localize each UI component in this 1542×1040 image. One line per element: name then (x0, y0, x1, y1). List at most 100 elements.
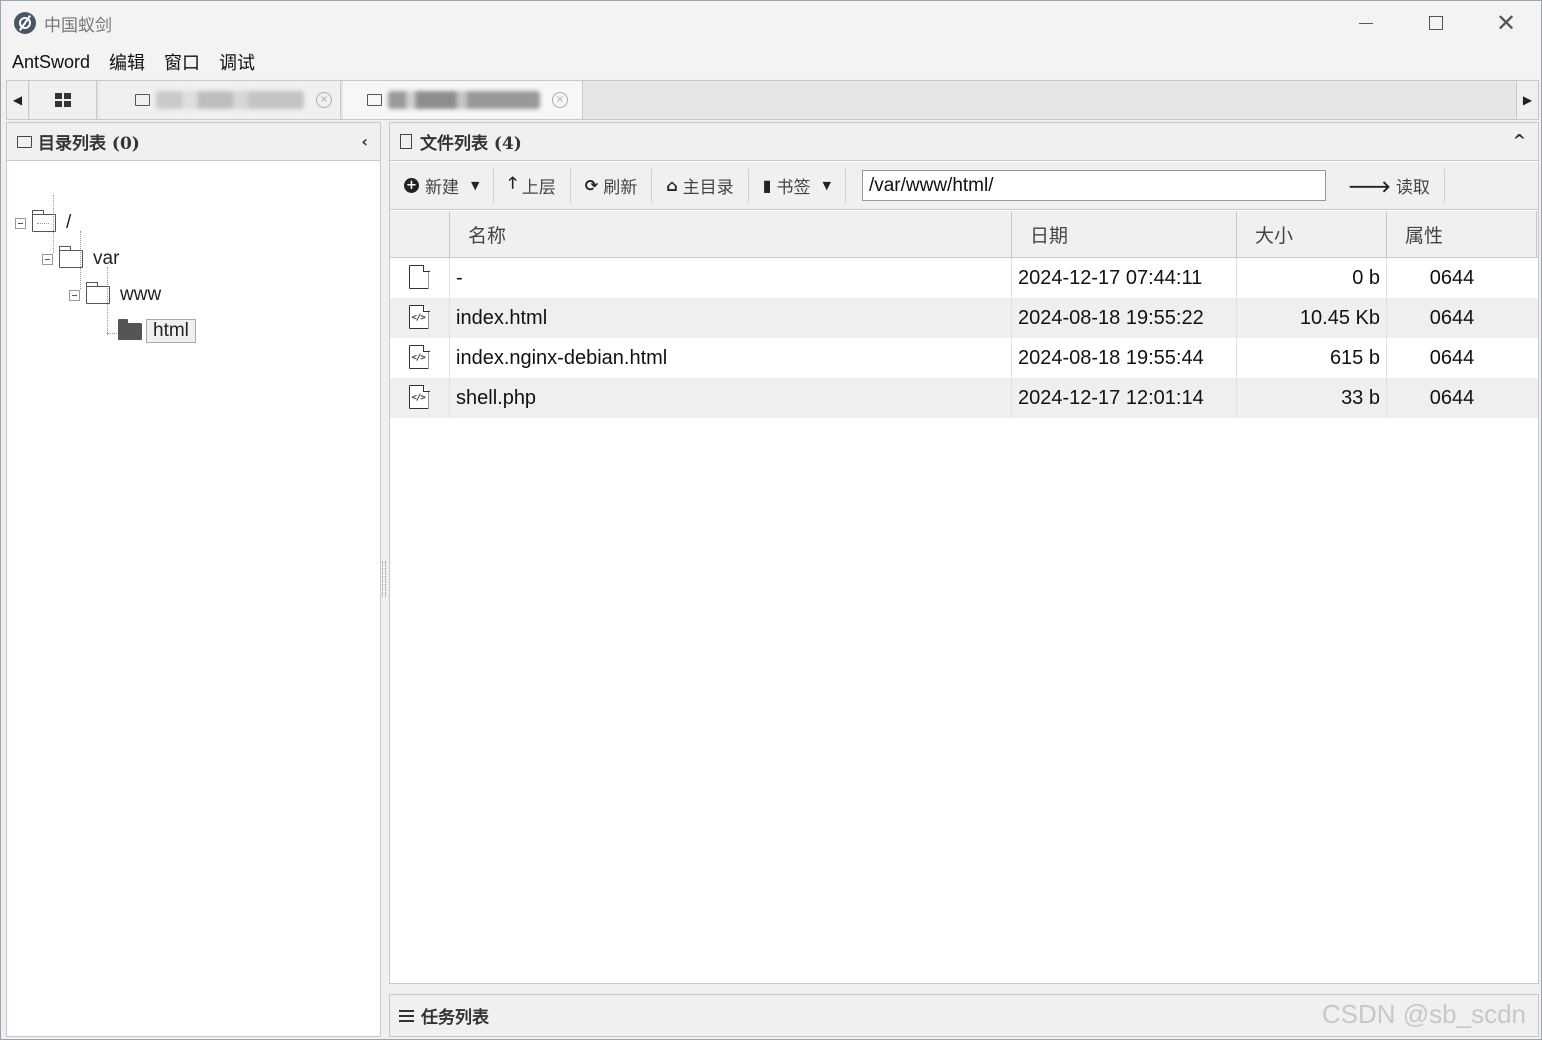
menu-window[interactable]: 窗口 (164, 49, 200, 75)
tab-file-manager-2[interactable]: × (343, 81, 583, 119)
read-button[interactable]: 🡒 读取 (1334, 168, 1445, 203)
table-row[interactable]: </> index.html 2024-08-18 19:55:22 10.45… (390, 298, 1538, 338)
directory-panel-title: 目录列表 (0) (38, 134, 140, 154)
file-size: 615 b (1237, 338, 1387, 378)
panel-splitter[interactable] (382, 561, 386, 597)
file-icon (408, 265, 431, 291)
tree-item-label: www (120, 284, 162, 305)
tree-item-label: var (93, 248, 120, 269)
path-input[interactable] (861, 170, 1326, 201)
file-date: 2024-08-18 19:55:44 (1012, 338, 1237, 378)
title-bar: 中国蚁剑 ✕ (1, 1, 1541, 45)
column-attr[interactable]: 属性 (1387, 211, 1537, 258)
table-row[interactable]: </> index.nginx-debian.html 2024-08-18 1… (390, 338, 1538, 378)
plus-circle-icon: + (404, 178, 419, 193)
new-button-label: 新建 (425, 178, 459, 198)
code-file-icon: </> (408, 385, 431, 411)
tab-strip: ◀ × × ▶ (6, 80, 1539, 120)
tree-collapse-icon[interactable] (42, 253, 53, 265)
column-icon (390, 211, 450, 258)
refresh-button[interactable]: ⟳ 刷新 (571, 168, 653, 203)
file-panel-header: 文件列表 (4) ^ (390, 123, 1538, 161)
file-size: 33 b (1237, 378, 1387, 418)
bookmark-button[interactable]: ▮ 书签 ▼ (749, 168, 846, 203)
caret-right-icon: ▶ (1522, 93, 1533, 107)
close-icon: ✕ (1495, 9, 1517, 37)
table-row[interactable]: </> shell.php 2024-12-17 12:01:14 33 b 0… (390, 378, 1538, 418)
folder-icon (135, 94, 150, 106)
caret-down-icon: ▼ (471, 179, 480, 192)
file-name: index.html (450, 298, 1012, 338)
collapse-up-icon[interactable]: ^ (1513, 131, 1526, 150)
folder-open-icon (118, 318, 142, 340)
tab-scroll-left-button[interactable]: ◀ (7, 81, 29, 119)
file-attr: 0644 (1429, 266, 1475, 289)
code-file-icon: </> (408, 305, 431, 331)
minimize-button[interactable] (1331, 1, 1401, 45)
folder-icon (31, 210, 56, 232)
file-toolbar: + 新建 ▼ 🡑 上层 ⟳ 刷新 ⌂ 主目录 ▮ 书签 ▼ /var/www/h… (390, 162, 1538, 210)
tree-collapse-icon[interactable] (15, 217, 26, 229)
tab-scroll-right-button[interactable]: ▶ (1516, 81, 1538, 119)
home-dir-button[interactable]: ⌂ 主目录 (652, 168, 749, 203)
folder-icon (85, 282, 110, 304)
caret-left-icon: ◀ (12, 93, 23, 107)
window-title: 中国蚁剑 (44, 15, 112, 36)
parent-dir-button[interactable]: 🡑 上层 (494, 168, 571, 203)
maximize-button[interactable] (1401, 1, 1471, 45)
tab-file-manager-1[interactable]: × (99, 81, 341, 119)
tab-close-icon[interactable]: × (316, 92, 332, 108)
file-panel: 文件列表 (4) ^ + 新建 ▼ 🡑 上层 ⟳ 刷新 ⌂ 主目录 ▮ 书签 ▼… (389, 122, 1539, 984)
column-size[interactable]: 大小 (1237, 211, 1387, 258)
column-name[interactable]: 名称 (450, 211, 1012, 258)
watermark: CSDN @sb_scdn (1321, 999, 1526, 1029)
directory-tree: / var www html (7, 161, 380, 343)
menu-bar: AntSword 编辑 窗口 调试 (1, 45, 1541, 79)
menu-edit[interactable]: 编辑 (109, 49, 145, 75)
file-attr: 0644 (1429, 346, 1475, 369)
caret-down-icon: ▼ (822, 179, 831, 192)
file-date: 2024-08-18 19:55:22 (1012, 298, 1237, 338)
bookmark-icon: ▮ (762, 176, 772, 195)
directory-panel: 目录列表 (0) ‹ / var www html (6, 122, 381, 1037)
read-label: 读取 (1395, 178, 1430, 198)
bookmark-label: 书签 (776, 178, 811, 198)
home-icon: ⌂ (666, 176, 678, 195)
tree-collapse-icon[interactable] (69, 289, 80, 301)
directory-panel-header: 目录列表 (0) ‹ (7, 123, 380, 161)
file-icon (400, 134, 412, 149)
table-row[interactable]: - 2024-12-17 07:44:11 0 b 0644 (390, 258, 1538, 298)
menu-debug[interactable]: 调试 (219, 49, 255, 75)
tree-item-var[interactable]: var (42, 245, 119, 273)
collapse-left-icon[interactable]: ‹ (361, 132, 368, 151)
home-dir-label: 主目录 (682, 178, 734, 198)
task-panel[interactable]: 任务列表 CSDN @sb_scdn (389, 994, 1539, 1037)
folder-icon (367, 94, 382, 106)
antsword-logo-icon (14, 12, 36, 34)
tab-close-icon[interactable]: × (552, 92, 568, 108)
tab-title-redacted (388, 91, 540, 109)
tree-item-label: / (66, 212, 72, 233)
file-date: 2024-12-17 12:01:14 (1012, 378, 1237, 418)
task-panel-title: 任务列表 (421, 1008, 489, 1028)
column-date[interactable]: 日期 (1012, 211, 1237, 258)
file-date: 2024-12-17 07:44:11 (1012, 258, 1237, 298)
file-table-body: - 2024-12-17 07:44:11 0 b 0644 </> index… (390, 258, 1538, 418)
window-controls: ✕ (1331, 1, 1541, 45)
file-panel-title: 文件列表 (4) (420, 134, 522, 154)
close-button[interactable]: ✕ (1471, 1, 1541, 45)
file-size: 10.45 Kb (1237, 298, 1387, 338)
tree-item-www[interactable]: www (69, 281, 161, 309)
new-button[interactable]: + 新建 ▼ (390, 168, 495, 203)
file-name: index.nginx-debian.html (450, 338, 1012, 378)
tree-item-html[interactable]: html (118, 317, 196, 345)
file-table-header: 名称 日期 大小 属性 (390, 211, 1538, 258)
file-name: - (450, 258, 1012, 298)
refresh-icon: ⟳ (584, 176, 599, 195)
tab-home[interactable] (30, 81, 97, 119)
tree-item-root[interactable]: / (15, 209, 71, 237)
tab-title-redacted (156, 91, 304, 109)
menu-antsword[interactable]: AntSword (12, 52, 90, 73)
maximize-icon (1429, 16, 1443, 30)
arrow-up-icon: 🡑 (508, 173, 517, 192)
